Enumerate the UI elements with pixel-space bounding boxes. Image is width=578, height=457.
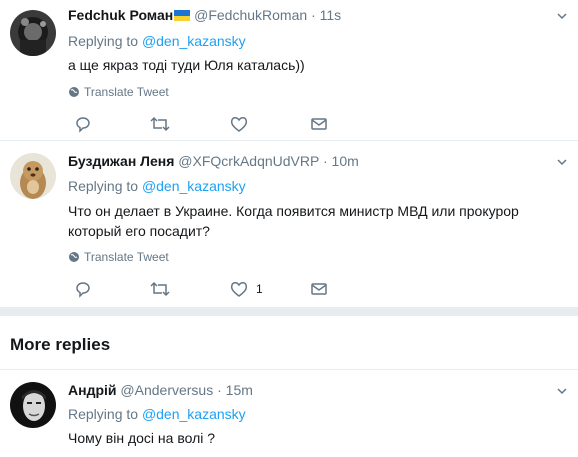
replying-prefix: Replying to bbox=[68, 33, 139, 49]
reply-button[interactable] bbox=[74, 279, 92, 299]
globe-icon bbox=[69, 252, 79, 262]
like-button[interactable]: 1 bbox=[230, 279, 263, 299]
reply-tweet[interactable]: Андрій @Anderversus · 15m Replying to @d… bbox=[0, 370, 578, 457]
display-name[interactable]: Fedchuk Роман bbox=[68, 7, 173, 23]
tweet-header: Андрій @Anderversus · 15m bbox=[68, 381, 253, 399]
separator-dot: · bbox=[217, 382, 222, 398]
retweet-button[interactable] bbox=[150, 114, 170, 134]
separator-dot: · bbox=[311, 7, 316, 23]
avatar[interactable] bbox=[10, 153, 56, 199]
translate-tweet[interactable]: Translate Tweet bbox=[68, 84, 169, 100]
message-icon bbox=[311, 118, 327, 130]
user-handle[interactable]: @Anderversus bbox=[120, 382, 213, 398]
tweet-text: Чому він досі на волі ? bbox=[68, 430, 216, 446]
globe-icon bbox=[69, 87, 79, 97]
reply-tweet[interactable]: Fedchuk Роман @FedchukRoman · 11s Replyi… bbox=[0, 0, 578, 140]
tweet-header: Буздижан Леня @XFQcrkAdqnUdVRP · 10m bbox=[68, 152, 359, 170]
ukraine-flag-icon bbox=[174, 10, 191, 21]
translate-label[interactable]: Translate Tweet bbox=[84, 250, 169, 264]
tweet-actions bbox=[68, 114, 528, 134]
display-name[interactable]: Буздижан Леня bbox=[68, 153, 174, 169]
more-replies-heading: More replies bbox=[10, 335, 111, 354]
translate-label[interactable]: Translate Tweet bbox=[84, 85, 169, 99]
timestamp[interactable]: 15m bbox=[226, 382, 253, 398]
replying-to: Replying to @den_kazansky bbox=[68, 405, 246, 423]
replying-to-link[interactable]: @den_kazansky bbox=[142, 406, 246, 422]
display-name[interactable]: Андрій bbox=[68, 382, 117, 398]
retweet-button[interactable] bbox=[150, 279, 170, 299]
tweet-text: Что он делает в Украине. Когда появится … bbox=[68, 203, 519, 239]
chevron-down-icon[interactable] bbox=[556, 385, 568, 397]
avatar[interactable] bbox=[10, 382, 56, 428]
like-icon bbox=[230, 117, 248, 132]
translate-tweet[interactable]: Translate Tweet bbox=[68, 249, 169, 265]
reply-button[interactable] bbox=[74, 114, 92, 134]
direct-message-button[interactable] bbox=[310, 279, 328, 299]
reply-tweet[interactable]: Буздижан Леня @XFQcrkAdqnUdVRP · 10m Rep… bbox=[0, 141, 578, 307]
replying-prefix: Replying to bbox=[68, 406, 139, 422]
replying-to-link[interactable]: @den_kazansky bbox=[142, 33, 246, 49]
section-separator bbox=[0, 307, 578, 316]
timestamp[interactable]: 10m bbox=[332, 153, 359, 169]
tweet-actions: 1 bbox=[68, 279, 528, 299]
avatar[interactable] bbox=[10, 10, 56, 56]
replying-prefix: Replying to bbox=[68, 178, 139, 194]
like-icon bbox=[230, 282, 248, 297]
reply-icon bbox=[76, 117, 90, 133]
replying-to-link[interactable]: @den_kazansky bbox=[142, 178, 246, 194]
user-handle[interactable]: @XFQcrkAdqnUdVRP bbox=[178, 153, 319, 169]
retweet-icon bbox=[150, 281, 170, 297]
tweet-header: Fedchuk Роман @FedchukRoman · 11s bbox=[68, 6, 341, 24]
reply-icon bbox=[76, 282, 90, 298]
retweet-icon bbox=[150, 116, 170, 132]
separator-dot: · bbox=[322, 153, 328, 169]
like-button[interactable] bbox=[230, 114, 256, 134]
like-count: 1 bbox=[256, 282, 263, 296]
chevron-down-icon[interactable] bbox=[556, 10, 568, 22]
user-handle[interactable]: @FedchukRoman bbox=[194, 7, 307, 23]
chevron-down-icon[interactable] bbox=[556, 156, 568, 168]
tweet-text: а ще якраз тоді туди Юля каталась)) bbox=[68, 57, 305, 73]
direct-message-button[interactable] bbox=[310, 114, 328, 134]
replying-to: Replying to @den_kazansky bbox=[68, 32, 246, 50]
replying-to: Replying to @den_kazansky bbox=[68, 177, 246, 195]
message-icon bbox=[311, 283, 327, 295]
timestamp[interactable]: 11s bbox=[320, 7, 342, 23]
